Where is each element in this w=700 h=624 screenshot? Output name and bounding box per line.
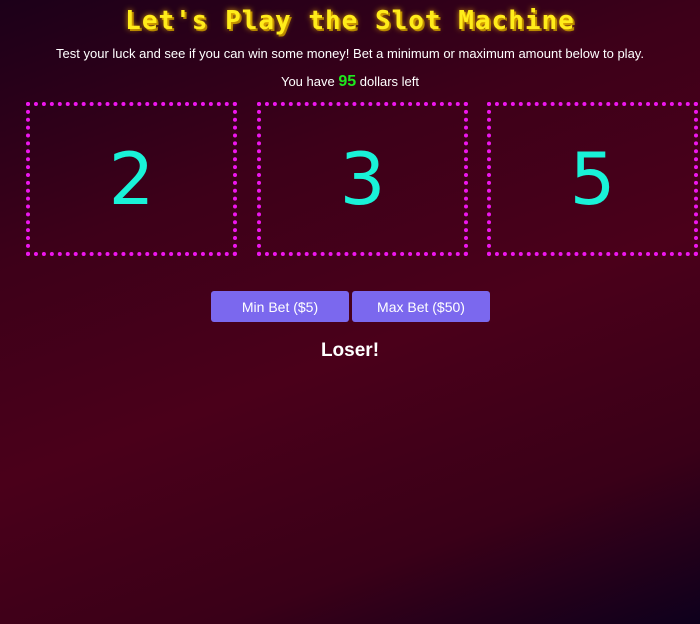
- balance-text: You have 95 dollars left: [0, 73, 700, 91]
- max-bet-button[interactable]: Max Bet ($50): [352, 291, 490, 322]
- slot-reel-1-value: 2: [108, 137, 155, 221]
- balance-suffix: dollars left: [359, 74, 420, 89]
- slot-reel-3: 5: [487, 102, 698, 256]
- balance-amount: 95: [338, 73, 357, 90]
- slot-reel-3-value: 5: [569, 137, 616, 221]
- balance-prefix: You have: [280, 74, 335, 89]
- min-bet-button[interactable]: Min Bet ($5): [211, 291, 349, 322]
- slot-reel-1: 2: [26, 102, 237, 256]
- page-title: Let's Play the Slot Machine: [125, 6, 575, 36]
- slot-reel-2-value: 3: [339, 137, 386, 221]
- page-subtitle: Test your luck and see if you can win so…: [56, 46, 644, 61]
- result-message: Loser!: [320, 340, 380, 361]
- slot-reel-2: 3: [257, 102, 468, 256]
